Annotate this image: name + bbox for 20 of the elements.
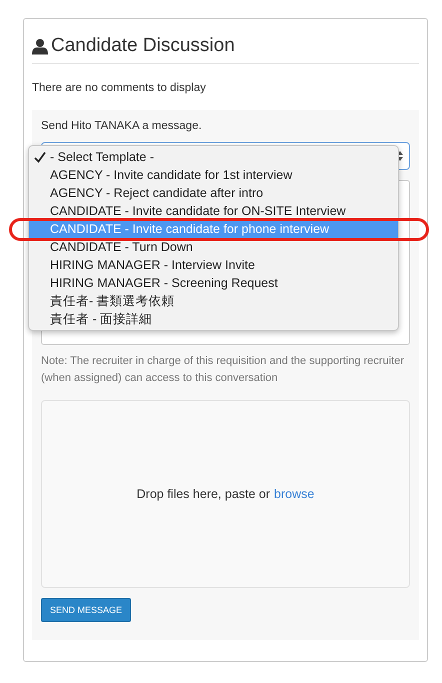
panel-title: Candidate Discussion (51, 35, 235, 57)
composer-prompt: Send Hito TANAKA a message. (41, 120, 203, 132)
template-option[interactable]: HIRING MANAGER - Screening Request (29, 274, 398, 292)
check-icon (34, 151, 46, 163)
empty-message: There are no comments to display (32, 82, 207, 94)
send-message-button[interactable]: SEND MESSAGE (41, 598, 132, 622)
template-option[interactable]: 責任者 - 面接詳細 (29, 310, 398, 328)
updown-icon (397, 151, 403, 161)
file-dropzone[interactable]: Drop files here, paste or browse (41, 400, 410, 588)
template-option[interactable]: HIRING MANAGER - Interview Invite (29, 256, 398, 274)
template-option[interactable]: AGENCY - Invite candidate for 1st interview (29, 166, 398, 184)
access-note: Note: The recruiter in charge of this requisition and the supporting recruiter (when assigned) can access to this conversation (41, 354, 405, 386)
template-option[interactable]: - Select Template - (29, 148, 398, 166)
dropzone-text: Drop files here, paste or (136, 487, 270, 501)
browse-link[interactable]: browse (274, 487, 314, 501)
template-option[interactable]: 責任者- 書類選考依頼 (29, 292, 398, 310)
template-option[interactable]: CANDIDATE - Turn Down (29, 238, 398, 256)
user-icon (32, 38, 48, 54)
template-option[interactable]: CANDIDATE - Invite candidate for ON-SITE Interview (29, 202, 398, 220)
template-option[interactable]: AGENCY - Reject candidate after intro (29, 184, 398, 202)
